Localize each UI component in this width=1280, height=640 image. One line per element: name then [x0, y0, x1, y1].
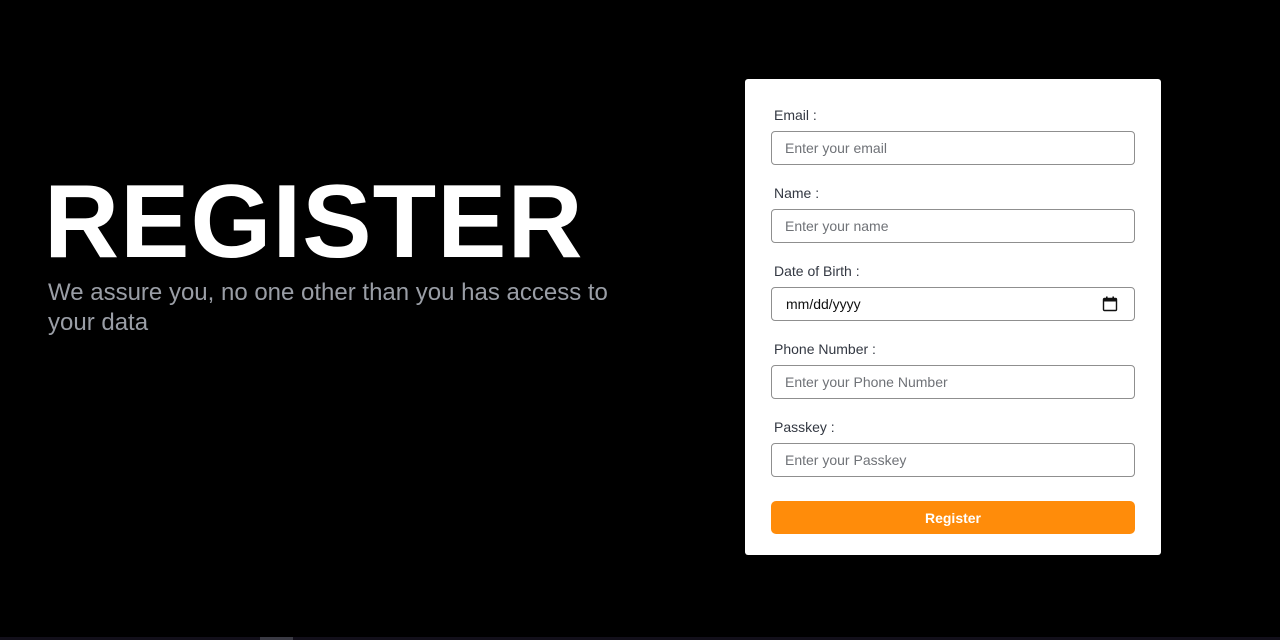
email-label: Email :: [774, 107, 817, 123]
email-input[interactable]: [771, 131, 1135, 165]
name-field-group: Name :: [771, 185, 1135, 243]
hero-section: REGISTER We assure you, no one other tha…: [44, 168, 664, 338]
dob-input[interactable]: mm/dd/yyyy: [771, 287, 1135, 321]
phone-input[interactable]: [771, 365, 1135, 399]
dob-placeholder: mm/dd/yyyy: [786, 296, 861, 312]
dob-label: Date of Birth :: [774, 263, 860, 279]
name-label: Name :: [774, 185, 820, 201]
phone-label: Phone Number :: [774, 341, 876, 357]
passkey-label: Passkey :: [774, 419, 835, 435]
calendar-icon[interactable]: [1102, 296, 1118, 312]
passkey-input[interactable]: [771, 443, 1135, 477]
dob-field-group: Date of Birth : mm/dd/yyyy: [771, 263, 1135, 321]
page-subtitle: We assure you, no one other than you has…: [48, 279, 608, 336]
register-form: Email : Name : Date of Birth : mm/dd/yyy…: [745, 79, 1161, 555]
email-field-group: Email :: [771, 107, 1135, 165]
register-page: REGISTER We assure you, no one other tha…: [0, 0, 1280, 640]
page-title: REGISTER: [44, 164, 584, 280]
phone-field-group: Phone Number :: [771, 341, 1135, 399]
passkey-field-group: Passkey :: [771, 419, 1135, 477]
register-button[interactable]: Register: [771, 501, 1135, 534]
name-input[interactable]: [771, 209, 1135, 243]
